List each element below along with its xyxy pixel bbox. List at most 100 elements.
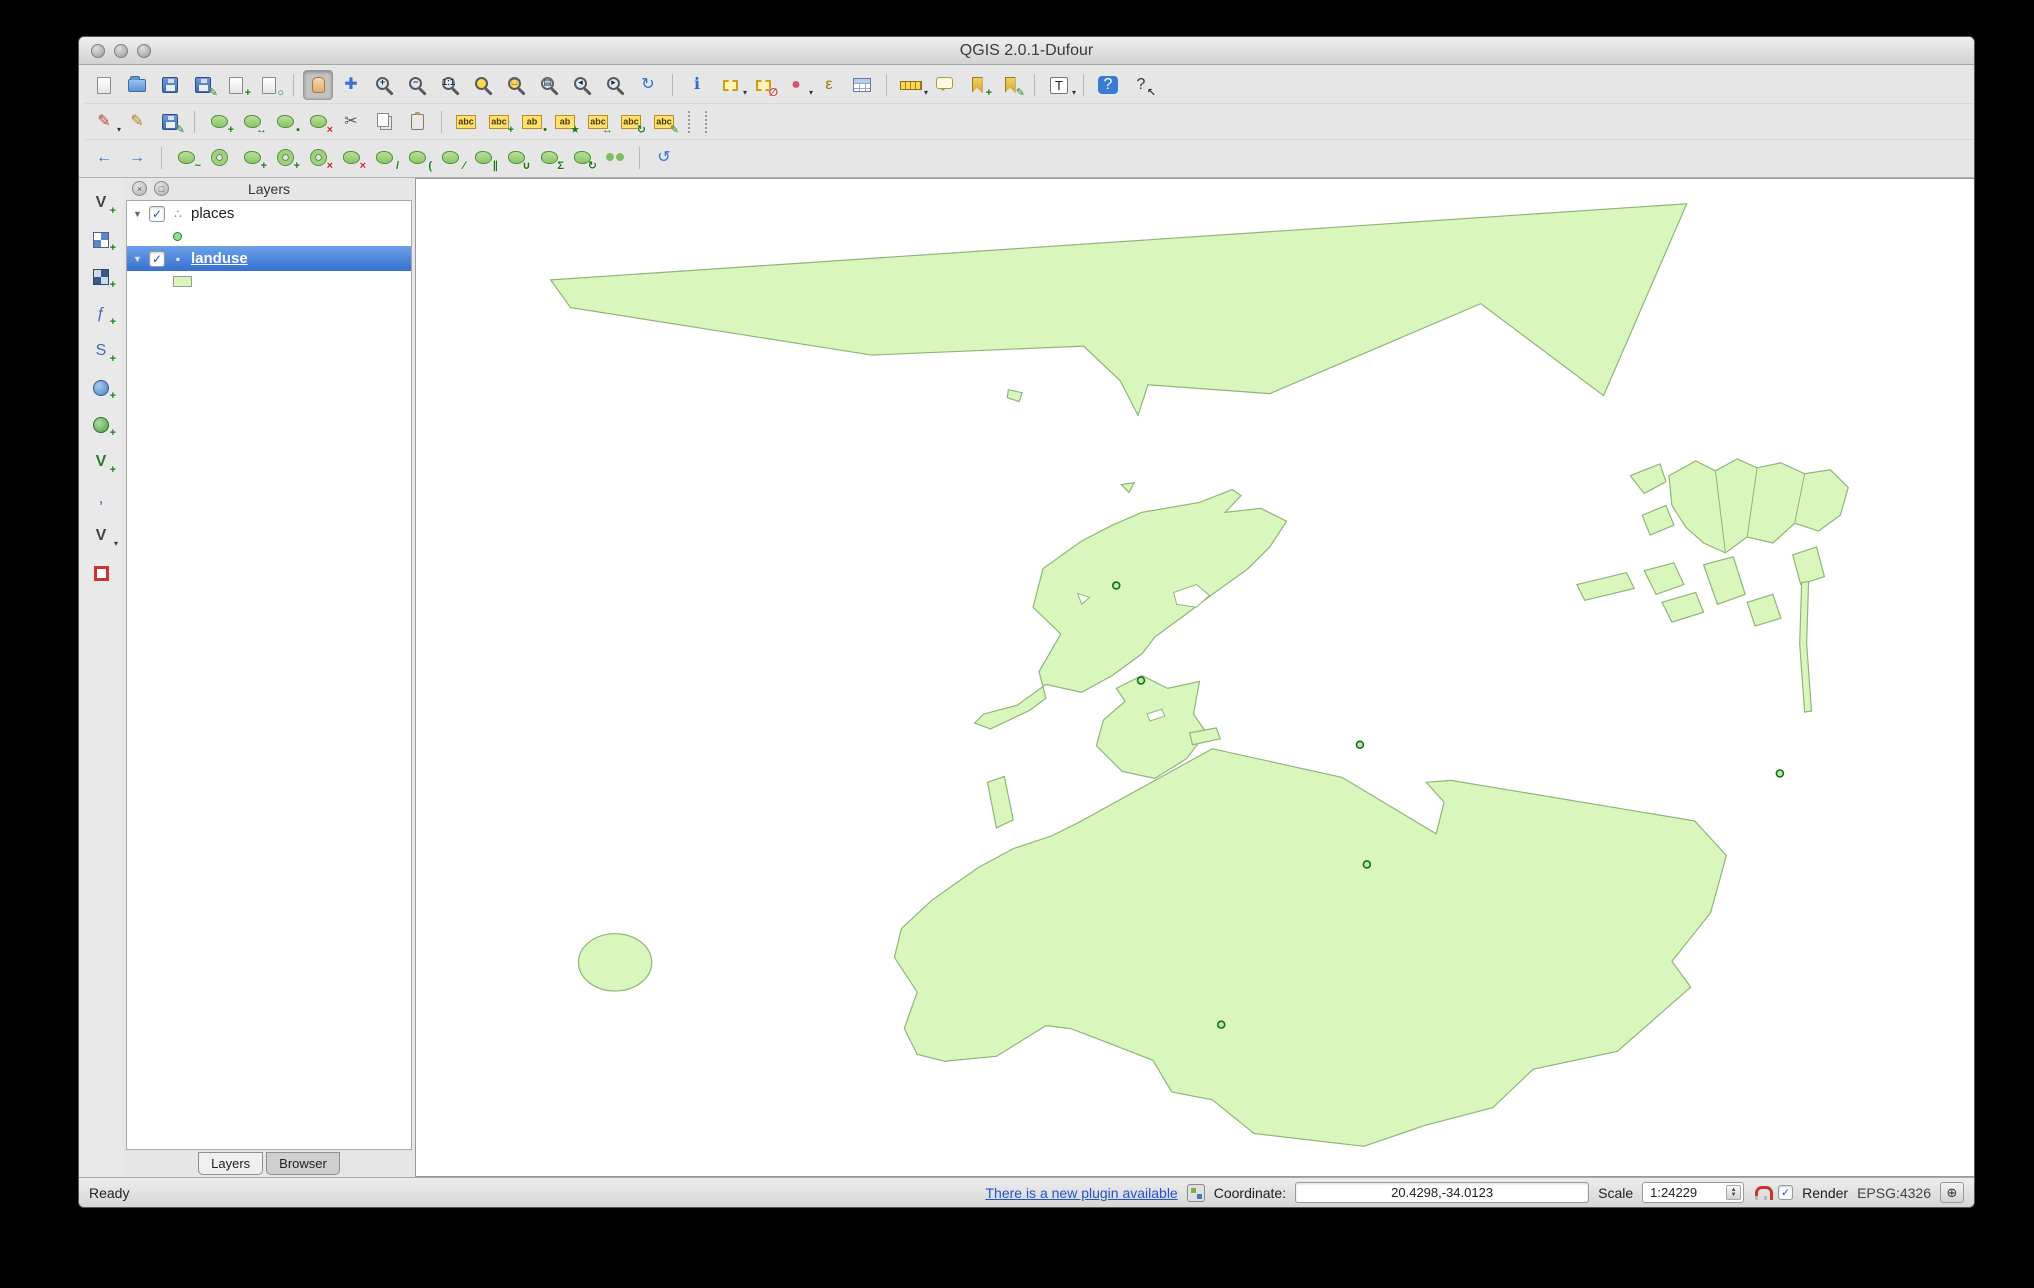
move-label-button[interactable]: abc ↔ <box>583 107 613 137</box>
toggle-editing-button[interactable]: ✎ <box>122 107 152 137</box>
map-tips-button[interactable] <box>929 70 959 100</box>
zoom-button[interactable] <box>137 44 151 58</box>
disclosure-icon[interactable]: ▼ <box>132 254 143 264</box>
field-calculator-button[interactable]: ε <box>814 70 844 100</box>
add-wcs-layer-button[interactable]: + <box>86 410 116 440</box>
deselect-features-button[interactable]: ∅ <box>748 70 778 100</box>
rotate-point-symbols-button[interactable] <box>600 143 630 173</box>
pan-map-button[interactable] <box>303 70 333 100</box>
coordinate-input[interactable] <box>1295 1182 1589 1203</box>
help-button[interactable]: ? <box>1093 70 1123 100</box>
tab-browser[interactable]: Browser <box>266 1152 340 1175</box>
add-part-button[interactable]: + <box>237 143 267 173</box>
node-tool-button[interactable]: ▪ <box>270 107 300 137</box>
copy-features-button[interactable] <box>369 107 399 137</box>
zoom-out-button[interactable]: − <box>402 70 432 100</box>
new-shapefile-layer-button[interactable]: V ▾ <box>86 521 116 551</box>
add-mssql-layer-button[interactable]: S + <box>86 336 116 366</box>
composer-manager-button[interactable]: ○ <box>254 70 284 100</box>
save-project-as-button[interactable]: ✎ <box>188 70 218 100</box>
render-checkbox[interactable]: ✓ <box>1778 1185 1793 1200</box>
zoom-last-button[interactable]: ◂ <box>567 70 597 100</box>
add-delimited-text-layer-button[interactable]: , <box>86 484 116 514</box>
new-composer-button[interactable]: + <box>221 70 251 100</box>
delete-part-button[interactable]: × <box>336 143 366 173</box>
select-features-button[interactable]: ▾ <box>715 70 745 100</box>
redo-button[interactable]: → <box>122 143 152 173</box>
zoom-in-button[interactable]: + <box>369 70 399 100</box>
crs-status-button[interactable]: ⊕ <box>1940 1182 1964 1203</box>
map-viewport[interactable] <box>415 178 1974 1177</box>
layer-visibility-checkbox[interactable]: ✓ <box>149 206 165 222</box>
current-edits-button[interactable]: ✎ ▾ <box>89 107 119 137</box>
whats-this-button[interactable]: ? ↖ <box>1126 70 1156 100</box>
delete-ring-button[interactable]: × <box>303 143 333 173</box>
change-label-button[interactable]: abc ✎ <box>649 107 679 137</box>
save-project-button[interactable] <box>155 70 185 100</box>
open-project-button[interactable] <box>122 70 152 100</box>
panel-float-button[interactable]: □ <box>154 181 169 196</box>
undo-button[interactable]: ← <box>89 143 119 173</box>
attribute-table-button[interactable] <box>847 70 877 100</box>
layer-item-places[interactable]: ▼ ✓ ∴ places <box>127 201 411 226</box>
rotate-label-button[interactable]: abc ↻ <box>616 107 646 137</box>
label-settings-button[interactable]: abc + <box>484 107 514 137</box>
reshape-features-button[interactable]: / <box>369 143 399 173</box>
fill-ring-button[interactable]: + <box>270 143 300 173</box>
add-spatialite-layer-button[interactable]: ƒ + <box>86 299 116 329</box>
rotate-feature-button[interactable]: ↻ <box>567 143 597 173</box>
pan-to-selection-button[interactable]: ✚ <box>336 70 366 100</box>
tab-layers[interactable]: Layers <box>198 1152 263 1175</box>
text-annotation-button[interactable]: T ▾ <box>1044 70 1074 100</box>
plugin-icon[interactable] <box>1187 1184 1205 1202</box>
save-layer-edits-button[interactable]: ✎ <box>155 107 185 137</box>
rollback-button[interactable]: ↺ <box>649 143 679 173</box>
show-bookmarks-button[interactable]: ✎ <box>995 70 1025 100</box>
layer-item-landuse[interactable]: ▼ ✓ ▪ landuse <box>127 246 411 271</box>
paste-features-button[interactable] <box>402 107 432 137</box>
move-feature-button[interactable]: ↔ <box>237 107 267 137</box>
measure-button[interactable]: ▾ <box>896 70 926 100</box>
new-project-button[interactable] <box>89 70 119 100</box>
show-hidden-labels-button[interactable]: ab ★ <box>550 107 580 137</box>
add-vector-layer-button[interactable]: V + <box>86 188 116 218</box>
layer-visibility-checkbox[interactable]: ✓ <box>149 251 165 267</box>
disclosure-icon[interactable]: ▼ <box>132 209 143 219</box>
simplify-feature-button[interactable]: ~ <box>171 143 201 173</box>
merge-attributes-button[interactable]: Σ <box>534 143 564 173</box>
zoom-full-button[interactable] <box>468 70 498 100</box>
identify-button[interactable]: ℹ <box>682 70 712 100</box>
offset-curve-button[interactable]: ( <box>402 143 432 173</box>
split-parts-button[interactable]: ∥ <box>468 143 498 173</box>
zoom-native-button[interactable]: 1:1 <box>435 70 465 100</box>
delete-selected-button[interactable]: × <box>303 107 333 137</box>
title-bar: QGIS 2.0.1-Dufour <box>79 37 1974 65</box>
zoom-to-selection-button[interactable]: □ <box>501 70 531 100</box>
zoom-next-button[interactable]: ▸ <box>600 70 630 100</box>
map-canvas[interactable] <box>416 179 1974 1176</box>
layer-labeling-button[interactable]: abc <box>451 107 481 137</box>
plugin-link[interactable]: There is a new plugin available <box>985 1185 1177 1201</box>
add-wfs-layer-button[interactable]: V + <box>86 447 116 477</box>
add-feature-button[interactable]: + <box>204 107 234 137</box>
scale-combobox[interactable]: 1:24229 ▲ ▼ <box>1642 1182 1744 1203</box>
run-action-button[interactable]: ● ▾ <box>781 70 811 100</box>
panel-close-button[interactable]: × <box>132 181 147 196</box>
add-ring-button[interactable] <box>204 143 234 173</box>
refresh-button[interactable]: ↻ <box>633 70 663 100</box>
add-raster-layer-button[interactable]: + <box>86 225 116 255</box>
merge-features-button[interactable]: ∪ <box>501 143 531 173</box>
add-wms-layer-button[interactable]: + <box>86 373 116 403</box>
remove-layer-button[interactable] <box>86 558 116 588</box>
zoom-to-layer-button[interactable]: ▤ <box>534 70 564 100</box>
new-bookmark-button[interactable]: + <box>962 70 992 100</box>
minimize-button[interactable] <box>114 44 128 58</box>
landuse-polygon <box>1642 505 1674 535</box>
split-features-button[interactable]: ∕ <box>435 143 465 173</box>
add-postgis-layer-button[interactable]: + <box>86 262 116 292</box>
pin-labels-button[interactable]: ab • <box>517 107 547 137</box>
cut-features-button[interactable]: ✂ <box>336 107 366 137</box>
close-button[interactable] <box>91 44 105 58</box>
combo-arrows-icon[interactable]: ▲ ▼ <box>1726 1185 1741 1200</box>
stop-render-icon[interactable] <box>1753 1185 1769 1200</box>
